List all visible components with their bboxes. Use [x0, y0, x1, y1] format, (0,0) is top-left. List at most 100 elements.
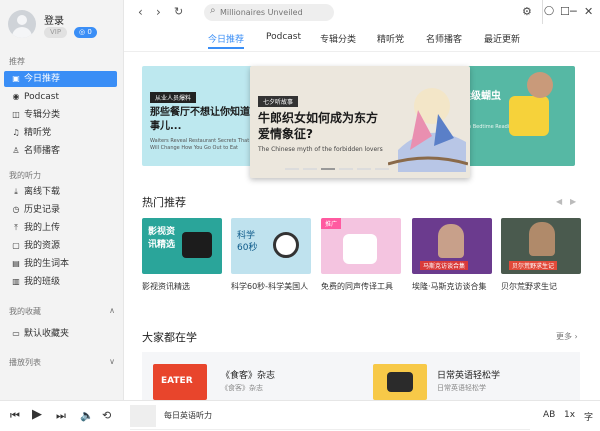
carousel-dot[interactable]	[303, 168, 317, 170]
carousel-dot[interactable]	[375, 168, 389, 170]
sidebar-item-intensive[interactable]: ♫ 精听党	[4, 125, 117, 141]
hot-card-5-label[interactable]: 贝尔荒野求生记	[501, 281, 581, 293]
hot-card-4-label[interactable]: 埃隆·马斯克访谈合集	[412, 281, 500, 293]
section-listen: 我的听力	[9, 171, 41, 180]
learn-item-2-title[interactable]: 日常英语轻松学	[437, 368, 500, 381]
sidebar-item-history[interactable]: ◷ 历史记录	[4, 202, 117, 218]
download-icon: ⤓	[14, 187, 18, 196]
prev-arrow-icon[interactable]: ◀	[556, 197, 562, 206]
musk-photo	[438, 224, 464, 258]
teacher-icon: ♙	[12, 146, 20, 155]
forward-icon[interactable]: ›	[156, 5, 161, 19]
sidebar-item-default-fav[interactable]: ▭ 默认收藏夹	[4, 326, 117, 342]
more-link[interactable]: 更多 ›	[556, 331, 578, 342]
sidebar-item-download[interactable]: ⤓ 离线下载	[4, 184, 117, 200]
ab-repeat-button[interactable]: AB	[543, 410, 555, 420]
track-cover[interactable]	[130, 405, 156, 427]
track-title: 每日英语听力	[164, 411, 212, 420]
tab-intensive[interactable]: 精听党	[377, 32, 404, 45]
chevron-down-icon[interactable]: ∨	[109, 357, 115, 366]
minimize-icon[interactable]: ─	[570, 5, 577, 18]
coin-badge: ◎ 0	[74, 27, 97, 38]
carousel-dot[interactable]	[339, 168, 353, 170]
sidebar-item-resources[interactable]: ▢ 我的资源	[4, 238, 117, 254]
carousel-dot-active[interactable]	[321, 168, 335, 170]
chevron-right-icon: ›	[572, 332, 578, 341]
settings-icon[interactable]: ⚙	[522, 5, 532, 18]
search-box[interactable]: ⌕	[204, 4, 334, 21]
tab-active-underline	[208, 47, 244, 49]
vip-badge: VIP	[44, 27, 68, 38]
banner-center[interactable]: 七夕听故事 牛郎织女如何成为东方爱情象征? The Chinese myth o…	[250, 66, 470, 178]
maximize-icon[interactable]: ☐	[560, 5, 570, 18]
hot-card-5[interactable]: 贝尔荒野求生记	[501, 218, 581, 274]
speed-button[interactable]: 1x	[564, 410, 575, 420]
hot-card-2[interactable]: 科学60秒	[231, 218, 311, 274]
sidebar-item-podcast[interactable]: ◉ Podcast	[4, 89, 117, 105]
divider	[542, 0, 543, 24]
avatar[interactable]	[8, 10, 36, 38]
tab-podcast[interactable]: Podcast	[266, 32, 301, 42]
carousel-dot[interactable]	[357, 168, 371, 170]
hot-card-4[interactable]: 马斯克访谈合集	[412, 218, 492, 274]
hot-card-1[interactable]: 影视资讯精选	[142, 218, 222, 274]
progress-track[interactable]	[130, 429, 530, 430]
refresh-icon[interactable]: ↻	[174, 5, 183, 18]
host-photo	[527, 72, 553, 98]
profile[interactable]: 登录 VIP ◎ 0	[8, 10, 118, 44]
tab-today[interactable]: 今日推荐	[208, 32, 244, 45]
chevron-up-icon[interactable]: ∧	[109, 306, 115, 315]
user-circle-icon[interactable]: ◯	[544, 6, 554, 16]
section-playlist: 播放列表	[9, 358, 41, 367]
subtitle-button[interactable]: 字	[584, 410, 593, 423]
banner-center-sub: The Chinese myth of the forbidden lovers	[258, 146, 383, 153]
resource-icon: ▢	[12, 241, 20, 250]
card-3-ad-tag: 推广	[321, 218, 342, 229]
sidebar-item-teacher[interactable]: ♙ 名师播客	[4, 143, 117, 159]
carousel-dot[interactable]	[285, 168, 299, 170]
card-1-image-text: 影视资讯精选	[148, 227, 176, 250]
hot-card-1-label[interactable]: 影视资讯精选	[142, 281, 222, 293]
upload-icon: ⤒	[14, 223, 18, 232]
sidebar-item-vocab[interactable]: ▤ 我的生词本	[4, 256, 117, 272]
podcast-icon: ◉	[12, 92, 20, 101]
illustration	[387, 372, 413, 392]
hot-card-2-label[interactable]: 科学60秒-科学美国人	[231, 281, 315, 293]
learn-item-2-cover[interactable]	[373, 364, 427, 400]
hot-card-3-label[interactable]: 免费的同声传译工具	[321, 281, 411, 293]
section-favorites: 我的收藏	[9, 307, 41, 316]
projector-icon	[182, 232, 212, 258]
tab-album[interactable]: 专辑分类	[320, 32, 356, 45]
top-bar: ‹ › ↻ ⌕ ⚙ ◯	[124, 0, 600, 28]
card-5-banner: 贝尔荒野求生记	[509, 261, 558, 270]
next-arrow-icon[interactable]: ▶	[570, 197, 576, 206]
banner-right[interactable]: 读级蝴虫 Tom Bedtime Reading for Toddler	[455, 66, 575, 166]
translate-icon	[343, 234, 377, 264]
headphone-icon: ♫	[12, 128, 20, 137]
sidebar-item-today[interactable]: ▣ 今日推荐	[4, 71, 117, 87]
back-icon[interactable]: ‹	[138, 5, 143, 19]
card-4-banner: 马斯克访谈合集	[420, 261, 469, 270]
learn-item-1-title[interactable]: 《食客》杂志	[221, 368, 275, 381]
learn-item-1-sub: 《食客》杂志	[221, 384, 263, 392]
search-input[interactable]	[220, 6, 330, 19]
lovers-illustration	[388, 88, 468, 172]
sidebar-item-upload[interactable]: ⤒ 我的上传	[4, 220, 117, 236]
vocab-icon: ▤	[12, 259, 20, 268]
tab-teacher[interactable]: 名师播客	[426, 32, 462, 45]
play-icon[interactable]: ▶	[32, 407, 42, 422]
learn-item-1-cover[interactable]: EATER	[153, 364, 207, 400]
tab-recent[interactable]: 最近更新	[484, 32, 520, 45]
previous-icon[interactable]: ⏮	[10, 409, 20, 423]
login-link[interactable]: 登录	[44, 12, 64, 27]
close-icon[interactable]: ✕	[584, 5, 593, 18]
class-icon: ▥	[12, 277, 20, 286]
next-icon[interactable]: ⏭	[56, 409, 66, 423]
volume-icon[interactable]: 🔈	[80, 409, 94, 422]
sidebar-item-class[interactable]: ▥ 我的班级	[4, 274, 117, 290]
loop-icon[interactable]: ⟲	[102, 409, 111, 422]
today-icon: ▣	[12, 74, 20, 83]
sidebar-item-album[interactable]: ◫ 专辑分类	[4, 107, 117, 123]
learning-title: 大家都在学	[142, 331, 197, 344]
hot-card-3[interactable]: 推广	[321, 218, 401, 274]
